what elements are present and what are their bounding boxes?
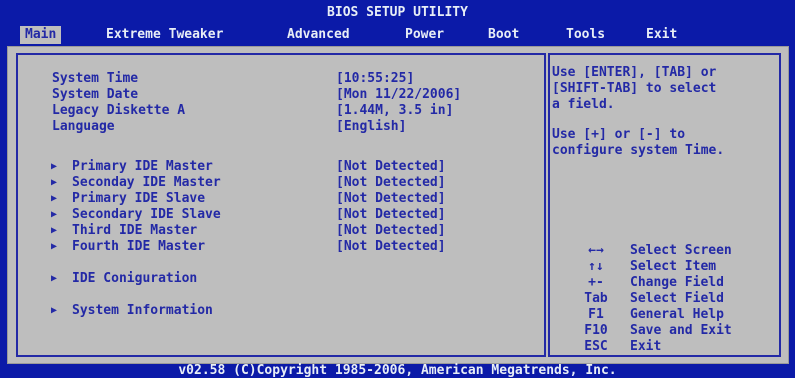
tab-advanced[interactable]: Advanced <box>287 27 350 43</box>
ide-value: [Not Detected] <box>336 191 446 206</box>
ide-label: Primary IDE Slave <box>72 191 206 206</box>
legend-key: F1 <box>588 307 604 322</box>
ide-value: [Not Detected] <box>336 175 446 190</box>
submenu-arrow-icon: ▶ <box>51 305 58 316</box>
setting-label: System Date <box>52 87 139 102</box>
ide-label: Secondary IDE Slave <box>72 207 221 222</box>
setting-label: Legacy Diskette A <box>52 103 186 118</box>
ide-label: Seconday IDE Master <box>72 175 221 190</box>
menu-bar: Main Extreme Tweaker Advanced Power Boot… <box>0 24 795 46</box>
legend-key: +- <box>588 275 604 290</box>
setting-value[interactable]: [1.44M, 3.5 in] <box>336 103 453 119</box>
submenu-arrow-icon: ▶ <box>51 177 58 188</box>
ide-value: [Not Detected] <box>336 207 446 222</box>
main-frame: System Time [10:55:25] System Date [Mon … <box>7 46 789 364</box>
legend-text: Select Screen <box>630 243 732 258</box>
setting-value[interactable]: [Mon 11/22/2006] <box>336 87 461 103</box>
ide-value: [Not Detected] <box>336 223 446 238</box>
tab-power[interactable]: Power <box>405 27 444 43</box>
setting-label: System Time <box>52 71 139 86</box>
ide-label: Third IDE Master <box>72 223 198 238</box>
setting-label: Language <box>52 119 115 134</box>
tab-boot[interactable]: Boot <box>488 27 519 43</box>
ide-value: [Not Detected] <box>336 239 446 254</box>
setting-value[interactable]: [English] <box>336 119 406 135</box>
up-down-arrows-icon: ↑↓ <box>588 259 604 274</box>
help-text-navigation: Use [ENTER], [TAB] or [SHIFT-TAB] to sel… <box>552 65 717 112</box>
help-panel: Use [ENTER], [TAB] or [SHIFT-TAB] to sel… <box>548 53 781 357</box>
submenu-arrow-icon: ▶ <box>51 241 58 252</box>
submenu-arrow-icon: ▶ <box>51 273 58 284</box>
copyright-footer: v02.58 (C)Copyright 1985-2006, American … <box>178 363 617 378</box>
submenu-label: IDE Coniguration <box>72 271 198 286</box>
left-right-arrows-icon: ←→ <box>588 243 604 258</box>
tab-exit[interactable]: Exit <box>646 27 677 43</box>
submenu-arrow-icon: ▶ <box>51 161 58 172</box>
submenu-arrow-icon: ▶ <box>51 225 58 236</box>
legend-key: ESC <box>584 339 608 354</box>
setting-value[interactable]: [10:55:25] <box>336 71 414 87</box>
help-text-field: Use [+] or [-] to configure system Time. <box>552 127 725 158</box>
submenu-label: System Information <box>72 303 213 318</box>
legend-text: Select Item <box>630 259 717 274</box>
tab-extreme-tweaker[interactable]: Extreme Tweaker <box>106 27 223 43</box>
ide-label: Fourth IDE Master <box>72 239 206 254</box>
ide-label: Primary IDE Master <box>72 159 213 174</box>
legend-text: Select Field <box>630 291 724 306</box>
tab-main[interactable]: Main <box>20 26 62 44</box>
legend-key: F10 <box>584 323 608 338</box>
ide-value: [Not Detected] <box>336 159 446 174</box>
tab-tools[interactable]: Tools <box>566 27 605 43</box>
window-title: BIOS SETUP UTILITY <box>327 5 468 20</box>
legend-text: Exit <box>630 339 662 354</box>
legend-key: Tab <box>584 291 608 306</box>
settings-panel: System Time [10:55:25] System Date [Mon … <box>16 53 546 357</box>
legend-text: Change Field <box>630 275 724 290</box>
legend-text: Save and Exit <box>630 323 732 338</box>
submenu-arrow-icon: ▶ <box>51 193 58 204</box>
submenu-arrow-icon: ▶ <box>51 209 58 220</box>
legend-text: General Help <box>630 307 724 322</box>
